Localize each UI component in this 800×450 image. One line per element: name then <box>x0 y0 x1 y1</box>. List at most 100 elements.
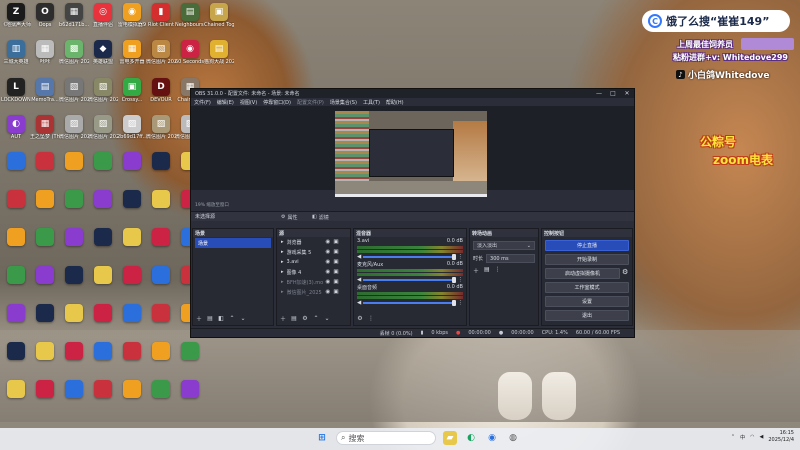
gear-icon[interactable]: ⚙ <box>301 314 309 322</box>
desktop-icon[interactable] <box>147 228 175 247</box>
menu-file[interactable]: 文件(F) <box>194 99 211 106</box>
desktop-icon[interactable]: ◉ 雷电模拟器9 <box>118 3 146 28</box>
menu-scene-collection[interactable]: 场景集合(S) <box>330 99 357 106</box>
chevron-down-icon[interactable]: ⌄ <box>323 314 331 322</box>
desktop-icon[interactable] <box>147 152 175 171</box>
obs-titlebar[interactable]: OBS 31.0.0 - 配置文件: 未命名 - 场景: 未命名 — □ ✕ <box>191 89 634 98</box>
desktop-icon[interactable]: ▦ 雷电多开器 <box>118 40 146 65</box>
scene-item[interactable]: 场景 <box>195 238 271 248</box>
close-button[interactable]: ✕ <box>620 89 634 98</box>
chevron-up-icon[interactable]: ⌃ <box>731 434 735 440</box>
lock-icon[interactable]: ▣ <box>333 269 338 275</box>
slider-knob[interactable] <box>451 277 456 283</box>
chevron-down-icon[interactable]: ⌄ <box>239 314 247 322</box>
source-row[interactable]: ▸ 游戏采集 5 ◉ ▣ <box>277 247 350 257</box>
desktop-icon[interactable]: O Oops <box>31 3 59 28</box>
desktop-icon[interactable] <box>176 380 204 399</box>
desktop-icon[interactable] <box>2 152 30 171</box>
eye-icon[interactable]: ◉ <box>326 279 331 285</box>
properties-button[interactable]: ⚙ 属性 <box>277 213 302 221</box>
desktop-icon[interactable]: ▨微信图片 2025091... <box>59 115 89 140</box>
desktop-icon[interactable] <box>89 380 117 399</box>
desktop-icon[interactable] <box>2 266 30 285</box>
desktop-icon[interactable] <box>2 304 30 323</box>
desktop-icon[interactable] <box>60 190 88 209</box>
start-recording-button[interactable]: 开始录制 <box>545 254 629 265</box>
desktop-icon[interactable]: ▨微信图片 2025091... <box>88 115 118 140</box>
desktop-icon[interactable] <box>31 380 59 399</box>
chat-app-icon[interactable]: ◉ <box>485 431 499 445</box>
speaker-icon[interactable]: ◀ <box>357 300 361 306</box>
desktop-icon[interactable] <box>60 380 88 399</box>
desktop-icon[interactable]: ▤Neighbours back From... <box>175 3 205 28</box>
eye-icon[interactable]: ◉ <box>326 239 331 245</box>
trash-icon[interactable]: ▤ <box>206 314 214 322</box>
desktop-icon[interactable] <box>60 304 88 323</box>
desktop-icon[interactable]: Z《地狱声大师》 <box>1 3 31 28</box>
slider-knob[interactable] <box>451 254 456 260</box>
lock-icon[interactable]: ▣ <box>333 259 338 265</box>
desktop-icon[interactable] <box>118 380 146 399</box>
desktop-icon[interactable]: ▤猫狗大战 2025090... <box>204 40 234 65</box>
desktop-icon[interactable] <box>31 228 59 247</box>
settings-button[interactable]: 设置 <box>545 296 629 307</box>
desktop-icon[interactable] <box>89 266 117 285</box>
more-icon[interactable]: ⋮ <box>495 266 501 275</box>
desktop-icon[interactable] <box>89 152 117 171</box>
desktop-icon[interactable]: ◐ AUT <box>2 115 30 140</box>
desktop-icon[interactable] <box>147 266 175 285</box>
edge-browser-icon[interactable]: ◐ <box>464 431 478 445</box>
slider-knob[interactable] <box>451 300 456 306</box>
duration-input[interactable]: 300 ms <box>486 254 535 263</box>
desktop-icon[interactable]: ▤ MemoTra... <box>31 78 59 103</box>
transition-select[interactable]: 淡入淡出 ⌄ <box>473 241 535 250</box>
clock[interactable]: 16:15 2025/12/4 <box>768 430 794 444</box>
desktop-icon[interactable] <box>60 266 88 285</box>
desktop-icon[interactable] <box>118 266 146 285</box>
desktop-icon[interactable] <box>31 190 59 209</box>
desktop-icon[interactable]: ▥ 三城大英雄 <box>2 40 30 65</box>
source-row[interactable]: ▸ BFH加速(3).mov ◉ ▣ <box>277 277 350 287</box>
desktop-icon[interactable]: ▮ Riot Client <box>147 3 175 28</box>
eye-icon[interactable]: ◉ <box>326 269 331 275</box>
menu-profile[interactable]: 配置文件(P) <box>297 99 324 106</box>
desktop-icon[interactable]: ▣Chained Together <box>204 3 234 28</box>
gear-icon[interactable]: ⋮ <box>458 277 464 283</box>
lock-icon[interactable]: ▣ <box>333 249 338 255</box>
desktop-icon[interactable] <box>2 190 30 209</box>
start-virtual-camera-button[interactable]: 启动虚拟摄像机 <box>545 268 620 279</box>
desktop-icon[interactable]: ◉60 Seconds! Reatomized <box>175 40 205 65</box>
lock-icon[interactable]: ▣ <box>333 289 338 295</box>
desktop-icon[interactable]: ◎ 直播伴侣 <box>89 3 117 28</box>
eye-icon[interactable]: ◉ <box>326 289 331 295</box>
desktop-icon[interactable] <box>147 380 175 399</box>
desktop-icon[interactable]: D DEVOUR <box>147 78 175 103</box>
desktop-icon[interactable] <box>118 190 146 209</box>
desktop-icon[interactable] <box>60 228 88 247</box>
source-row[interactable]: ▸ 浏览器 ◉ ▣ <box>277 237 350 247</box>
add-icon[interactable]: ＋ <box>279 314 287 323</box>
volume-slider[interactable] <box>363 254 456 260</box>
menu-edit[interactable]: 编辑(E) <box>217 99 234 106</box>
desktop-icon[interactable]: ▨ 2b69d17ff... <box>117 115 147 140</box>
speaker-icon[interactable]: ◀ <box>760 434 764 440</box>
lock-icon[interactable]: ▣ <box>333 239 338 245</box>
desktop-icon[interactable]: ▨微信图片 20250... <box>146 115 176 140</box>
desktop-icon[interactable] <box>176 342 204 361</box>
add-icon[interactable]: ＋ <box>195 314 203 323</box>
desktop-icon[interactable] <box>31 266 59 285</box>
menu-tools[interactable]: 工具(T) <box>363 99 380 106</box>
gear-icon[interactable]: ⚙ <box>622 268 632 276</box>
menu-help[interactable]: 帮助(H) <box>386 99 404 106</box>
speaker-icon[interactable]: ◀ <box>357 277 361 283</box>
desktop-icon[interactable]: LLOCKDOWN Protocol <box>1 78 31 103</box>
desktop-icon[interactable] <box>2 228 30 247</box>
chevron-up-icon[interactable]: ⌃ <box>312 314 320 322</box>
desktop-icon[interactable] <box>118 152 146 171</box>
maximize-button[interactable]: □ <box>606 89 620 98</box>
source-row[interactable]: ▸ 3.avi ◉ ▣ <box>277 257 350 267</box>
more-icon[interactable]: ⋮ <box>367 314 375 322</box>
desktop-icon[interactable] <box>118 342 146 361</box>
menu-view[interactable]: 视图(V) <box>240 99 257 106</box>
minimize-button[interactable]: — <box>592 89 606 98</box>
